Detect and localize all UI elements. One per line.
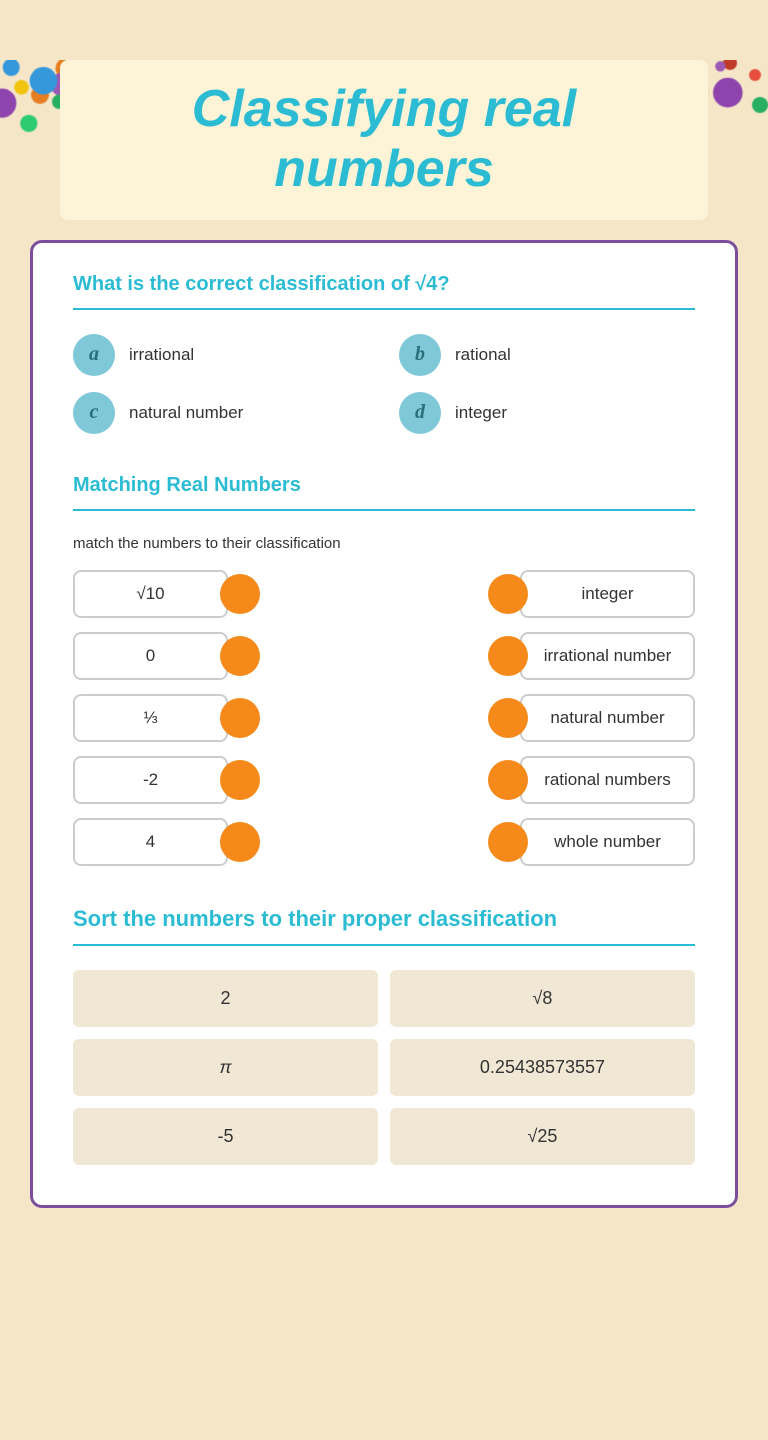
match-right-0[interactable]: integer	[496, 570, 695, 618]
match-left-2[interactable]: ⅓	[73, 694, 252, 742]
match-left-dot-4[interactable]	[220, 822, 260, 862]
badge-b: b	[399, 334, 441, 376]
match-value-0: √10	[73, 570, 228, 618]
match-class-2: natural number	[520, 694, 695, 742]
match-value-1: 0	[73, 632, 228, 680]
match-right-3[interactable]: rational numbers	[496, 756, 695, 804]
match-left-3[interactable]: -2	[73, 756, 252, 804]
match-right-4[interactable]: whole number	[496, 818, 695, 866]
badge-a: a	[73, 334, 115, 376]
match-right-dot-0[interactable]	[488, 574, 528, 614]
match-class-4: whole number	[520, 818, 695, 866]
match-right-dot-3[interactable]	[488, 760, 528, 800]
sort-grid: 2 √8 π 0.25438573557 -5 √25	[73, 970, 695, 1165]
match-right-2[interactable]: natural number	[496, 694, 695, 742]
match-value-4: 4	[73, 818, 228, 866]
match-right-dot-1[interactable]	[488, 636, 528, 676]
matching-section: Matching Real Numbers match the numbers …	[73, 474, 695, 866]
badge-c: c	[73, 392, 115, 434]
match-right-dot-4[interactable]	[488, 822, 528, 862]
match-left-dot-1[interactable]	[220, 636, 260, 676]
sort-item-5[interactable]: √25	[390, 1108, 695, 1165]
match-left-0[interactable]: √10	[73, 570, 252, 618]
option-d[interactable]: d integer	[399, 392, 695, 434]
match-row-1: 0 irrational number	[73, 632, 695, 680]
question-divider	[73, 308, 695, 310]
option-a[interactable]: a irrational	[73, 334, 369, 376]
matching-divider	[73, 509, 695, 511]
header-card: Classifying real numbers	[60, 60, 708, 220]
badge-d: d	[399, 392, 441, 434]
page-title: Classifying real numbers	[90, 80, 678, 200]
sort-item-0[interactable]: 2	[73, 970, 378, 1027]
match-class-0: integer	[520, 570, 695, 618]
match-left-dot-0[interactable]	[220, 574, 260, 614]
label-a: irrational	[129, 345, 194, 365]
match-left-4[interactable]: 4	[73, 818, 252, 866]
match-row-0: √10 integer	[73, 570, 695, 618]
question-title: What is the correct classification of √4…	[73, 273, 695, 296]
label-c: natural number	[129, 403, 243, 423]
sort-item-1[interactable]: √8	[390, 970, 695, 1027]
main-card: What is the correct classification of √4…	[30, 240, 738, 1208]
match-right-1[interactable]: irrational number	[496, 632, 695, 680]
label-d: integer	[455, 403, 507, 423]
sort-section: Sort the numbers to their proper classif…	[73, 906, 695, 1165]
match-left-dot-3[interactable]	[220, 760, 260, 800]
match-row-2: ⅓ natural number	[73, 694, 695, 742]
matching-title: Matching Real Numbers	[73, 474, 695, 497]
match-left-dot-2[interactable]	[220, 698, 260, 738]
mcq-options-grid: a irrational b rational c natural number	[73, 334, 695, 434]
label-b: rational	[455, 345, 511, 365]
sort-item-2[interactable]: π	[73, 1039, 378, 1096]
sort-divider	[73, 944, 695, 946]
match-row-3: -2 rational numbers	[73, 756, 695, 804]
match-class-3: rational numbers	[520, 756, 695, 804]
match-right-dot-2[interactable]	[488, 698, 528, 738]
option-b[interactable]: b rational	[399, 334, 695, 376]
option-c[interactable]: c natural number	[73, 392, 369, 434]
sort-item-4[interactable]: -5	[73, 1108, 378, 1165]
match-left-1[interactable]: 0	[73, 632, 252, 680]
match-value-2: ⅓	[73, 694, 228, 742]
match-class-1: irrational number	[520, 632, 695, 680]
match-value-3: -2	[73, 756, 228, 804]
match-row-4: 4 whole number	[73, 818, 695, 866]
matching-subtitle: match the numbers to their classificatio…	[73, 535, 695, 552]
sort-title: Sort the numbers to their proper classif…	[73, 906, 695, 932]
question-section: What is the correct classification of √4…	[73, 273, 695, 434]
sort-item-3[interactable]: 0.25438573557	[390, 1039, 695, 1096]
